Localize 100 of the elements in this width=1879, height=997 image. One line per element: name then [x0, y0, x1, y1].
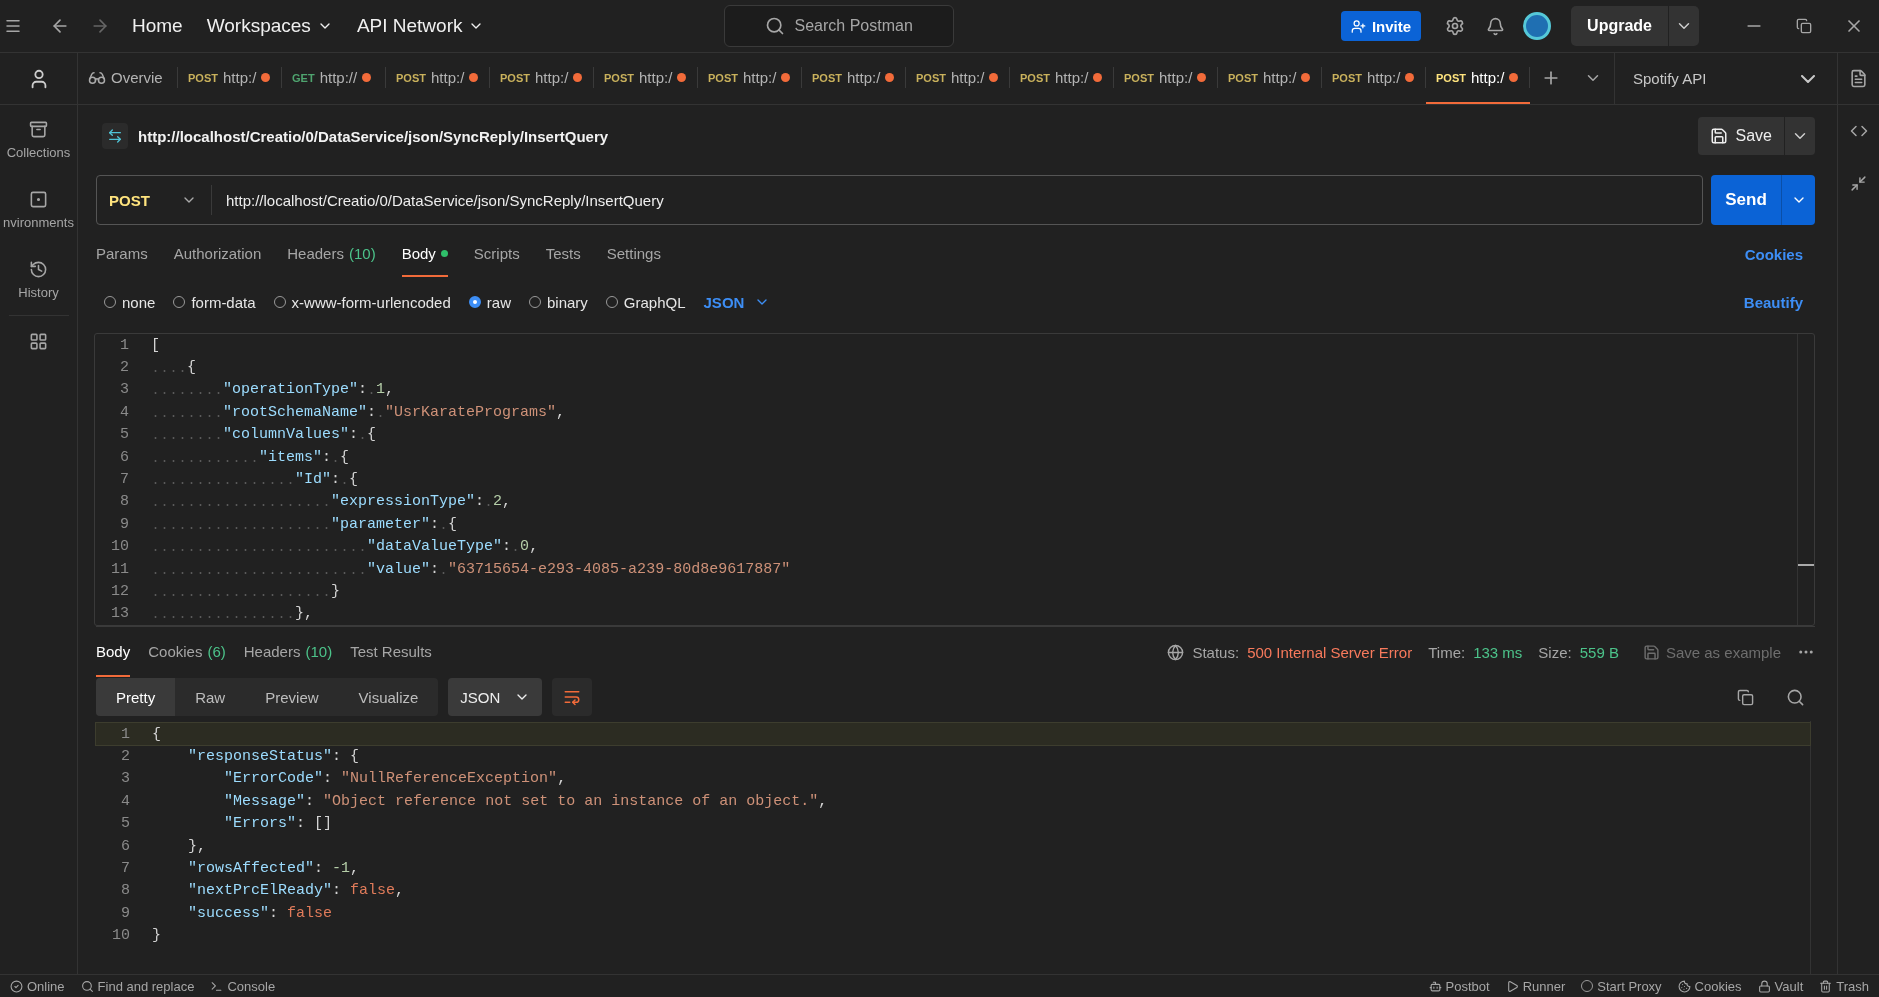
- line-number: 4: [120, 792, 130, 810]
- line-number: 10: [111, 927, 130, 945]
- search-field[interactable]: Search Postman: [723, 5, 954, 47]
- request-tab[interactable]: POST http:/: [802, 53, 906, 104]
- code-line: 5 "Errors": []: [96, 812, 1810, 835]
- request-tab[interactable]: Overvie: [78, 53, 178, 104]
- environment-select[interactable]: Spotify API: [1614, 53, 1837, 104]
- request-section-tab[interactable]: Headers (10): [287, 231, 376, 277]
- status-bar-item[interactable]: Trash: [1819, 978, 1869, 994]
- status-bar-item[interactable]: Postbot: [1428, 978, 1490, 994]
- line-number: 5: [119, 426, 129, 444]
- request-section-tab[interactable]: Body: [401, 231, 448, 277]
- window-icon: [29, 190, 48, 209]
- sidebar-item[interactable]: nvironments: [0, 175, 77, 245]
- avatar[interactable]: [1523, 12, 1552, 40]
- nav-link[interactable]: Workspaces: [194, 6, 345, 46]
- request-tab[interactable]: POST http:/: [1218, 53, 1322, 104]
- line-number: 10: [110, 538, 129, 556]
- time-label: Time:: [1428, 643, 1466, 661]
- body-type-radio[interactable]: binary: [528, 293, 588, 311]
- body-type-radio[interactable]: none: [104, 293, 156, 311]
- status-bar-item[interactable]: Console: [210, 978, 276, 994]
- invite-button[interactable]: Invite: [1340, 11, 1422, 41]
- line-number: 5: [120, 815, 130, 833]
- status-bar-item[interactable]: Runner: [1505, 978, 1566, 994]
- body-type-radio[interactable]: x-www-form-urlencoded: [273, 293, 451, 311]
- globe-icon[interactable]: [1167, 643, 1185, 661]
- request-tab[interactable]: POST http:/: [178, 53, 282, 104]
- nav-link[interactable]: API Network: [344, 6, 497, 46]
- view-tab[interactable]: Raw: [175, 678, 246, 716]
- line-number: 6: [120, 837, 130, 855]
- nav-link[interactable]: Home: [120, 6, 195, 46]
- response-tab[interactable]: Test Results: [350, 627, 432, 677]
- sidebar-item[interactable]: Collections: [0, 105, 77, 175]
- line-number: 3: [119, 381, 129, 399]
- method-select[interactable]: POST: [97, 185, 212, 215]
- trash-icon: [1819, 979, 1833, 993]
- response-tab[interactable]: Headers (10): [243, 627, 333, 677]
- request-tab[interactable]: POST http:/: [906, 53, 1010, 104]
- code-line: 3 "ErrorCode": "NullReferenceException",: [96, 767, 1810, 791]
- floppy-icon: [1642, 643, 1660, 661]
- request-section-tab[interactable]: Scripts: [473, 231, 520, 277]
- arrows-icon[interactable]: [1850, 174, 1867, 192]
- status-bar-item[interactable]: Cookies: [1677, 978, 1742, 994]
- caret-icon: [1801, 74, 1815, 83]
- wrap-icon[interactable]: [552, 678, 593, 716]
- code-line: 8 "expressionType": 2,: [95, 490, 1814, 514]
- request-tab[interactable]: POST http:/: [1114, 53, 1218, 104]
- code-line: 5 "columnValues": {: [95, 423, 1814, 446]
- floppy-icon: [1709, 127, 1728, 145]
- response-tab[interactable]: Cookies (6): [148, 627, 226, 677]
- status-bar-item[interactable]: Find and replace: [80, 978, 195, 994]
- document-icon[interactable]: [1849, 69, 1868, 88]
- line-number: 3: [120, 770, 130, 788]
- request-tab[interactable]: POST http:/: [490, 53, 594, 104]
- request-tab[interactable]: POST http:/: [698, 53, 802, 104]
- line-number: 8: [119, 493, 129, 511]
- body-type-radio[interactable]: GraphQL: [605, 293, 686, 311]
- line-number: 9: [119, 515, 129, 533]
- code-line: 1 [: [95, 334, 1814, 357]
- request-section-tab[interactable]: Authorization: [173, 231, 262, 277]
- history-icon: [29, 260, 48, 279]
- body-type-radio[interactable]: form-data: [173, 293, 256, 311]
- request-tab[interactable]: POST http:/: [1010, 53, 1114, 104]
- search-icon: [764, 16, 785, 36]
- body-type-radio[interactable]: raw: [468, 293, 511, 311]
- line-number: 11: [110, 560, 129, 578]
- request-section-tab[interactable]: Settings: [606, 231, 661, 277]
- beautify-link[interactable]: Beautify: [1731, 293, 1815, 311]
- request-section-tab[interactable]: Tests: [545, 231, 581, 277]
- line-number: 4: [119, 403, 129, 421]
- request-tab[interactable]: POST http:/: [386, 53, 490, 104]
- sidebar-item[interactable]: History: [0, 245, 77, 315]
- check-icon: [10, 979, 23, 993]
- view-tab[interactable]: Visualize: [338, 678, 439, 716]
- request-tab[interactable]: POST http:/: [1426, 53, 1530, 104]
- view-tab[interactable]: Pretty: [96, 678, 176, 716]
- line-number: 6: [119, 448, 129, 466]
- cookies-link[interactable]: Cookies: [1732, 245, 1815, 263]
- request-tab[interactable]: POST http:/: [594, 53, 698, 104]
- status-bar-item[interactable]: Start Proxy: [1581, 978, 1662, 994]
- request-tab[interactable]: GET http://: [282, 53, 386, 104]
- code-line: 4 "Message": "Object reference not set to an instance of an object.",: [96, 790, 1810, 813]
- request-title: http://localhost/Creatio/0/DataService/json/SyncReply/InsertQuery: [138, 127, 610, 145]
- line-number: 1: [119, 336, 129, 354]
- line-number: 7: [119, 471, 129, 489]
- status-bar-item[interactable]: Vault: [1757, 978, 1804, 994]
- url-field[interactable]: http://localhost/Creatio/0/DataService/json/SyncReply/InsertQuery: [212, 191, 664, 209]
- request-section-tab[interactable]: Params: [96, 231, 148, 277]
- status-bar-item[interactable]: Online: [10, 978, 65, 994]
- code-line: 4 "rootSchemaName": "UsrKaratePrograms",: [95, 401, 1814, 424]
- format-select[interactable]: JSON: [703, 293, 771, 311]
- grid-icon[interactable]: [29, 331, 48, 351]
- request-tab[interactable]: POST http:/: [1322, 53, 1426, 104]
- robot-icon: [1428, 979, 1442, 993]
- format-select[interactable]: JSON: [448, 678, 543, 716]
- line-number: 7: [120, 860, 130, 878]
- view-tab[interactable]: Preview: [245, 678, 339, 716]
- code-line: 8 "nextPrcElReady": false,: [96, 879, 1810, 903]
- code-line: 2 "responseStatus": {: [96, 745, 1810, 768]
